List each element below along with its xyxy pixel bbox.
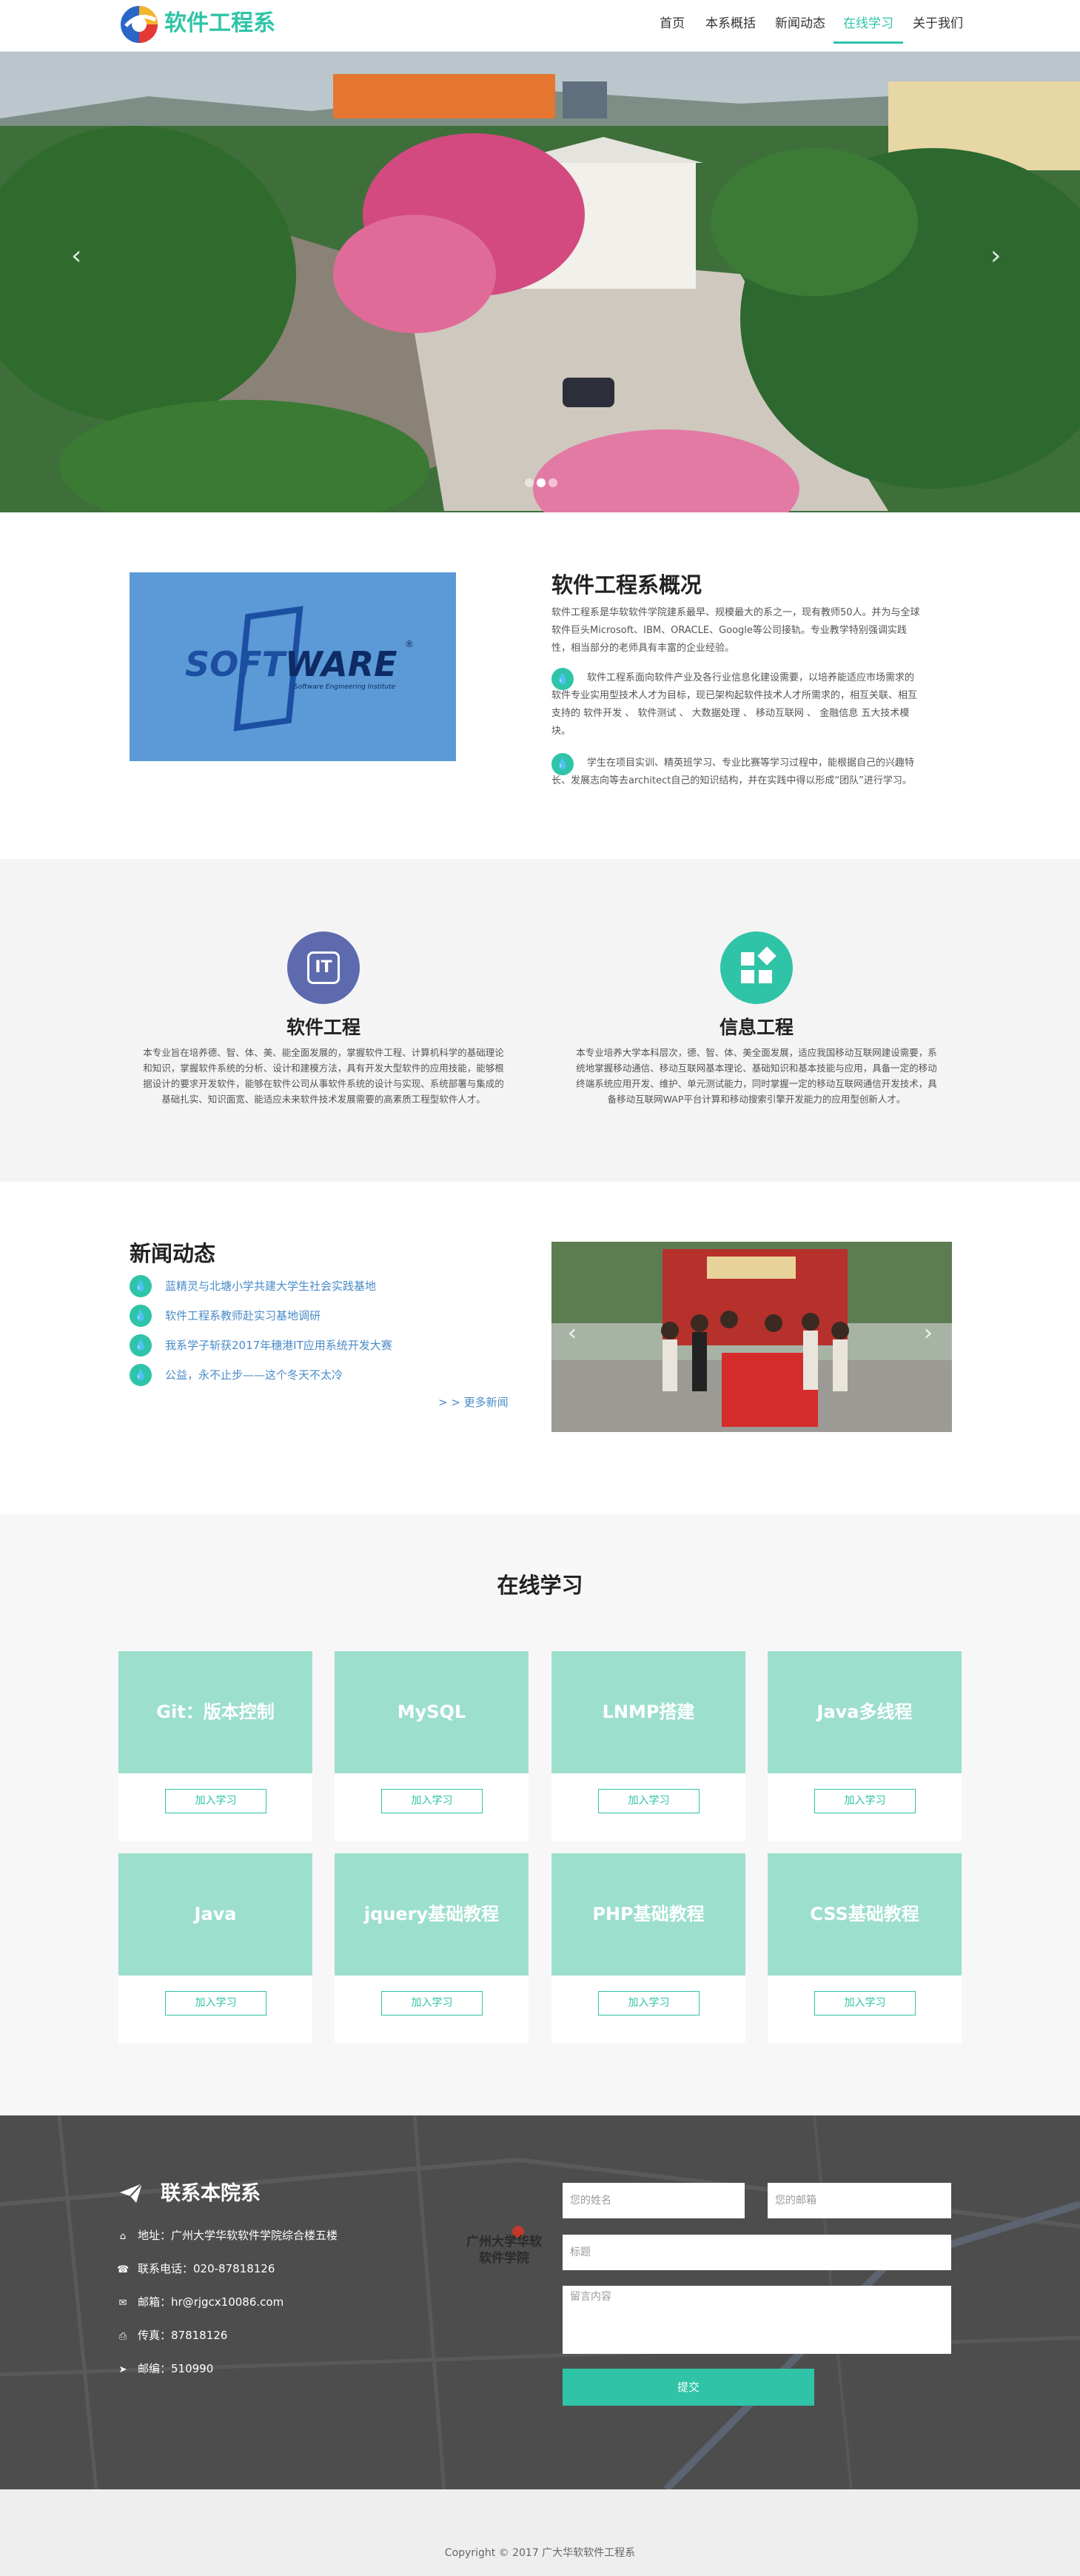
course-card: Git：版本控制 加入学习 [118, 1651, 312, 1841]
contact-phone: ☎ 联系电话：020-87818126 [117, 2260, 275, 2278]
nav-active-indicator [834, 41, 903, 44]
course-banner[interactable]: LNMP搭建 [551, 1651, 745, 1773]
course-card: MySQL 加入学习 [335, 1651, 529, 1841]
nav-about[interactable]: 关于我们 [912, 15, 964, 33]
join-course-button[interactable]: 加入学习 [165, 1991, 266, 2015]
more-news-link[interactable]: > > 更多新闻 [438, 1394, 509, 1411]
course-banner[interactable]: Java [118, 1853, 312, 1976]
submit-button[interactable]: 提交 [563, 2369, 814, 2406]
send-icon: ➤ [118, 2364, 127, 2375]
major-info-text: 本专业培养大学本科层次，德、智、体、美全面发展，适应我国移动互联网建设需要，系 … [576, 1047, 937, 1105]
join-course-button[interactable]: 加入学习 [814, 1991, 916, 2015]
logo-registered-mark: ® [405, 639, 414, 649]
contact-fax: ⎙ 传真：87818126 [117, 2326, 228, 2344]
major-software-title: 软件工程 [286, 1017, 360, 1038]
logo-icon[interactable] [118, 4, 160, 45]
course-card: Java 加入学习 [118, 1853, 312, 2043]
it-icon: IT [287, 931, 360, 1004]
banner-next-arrow[interactable]: › [990, 241, 1001, 271]
course-banner[interactable]: Git：版本控制 [118, 1651, 312, 1773]
course-card: jquery基础教程 加入学习 [335, 1853, 529, 2043]
nav-online-learning[interactable]: 在线学习 [842, 15, 894, 33]
drop-icon: 💧 [130, 1364, 152, 1386]
drop-icon: 💧 [130, 1334, 152, 1356]
drop-icon: 💧 [130, 1275, 152, 1297]
join-course-button[interactable]: 加入学习 [381, 1789, 483, 1813]
course-banner[interactable]: MySQL [335, 1651, 529, 1773]
drop-icon: 💧 [130, 1305, 152, 1327]
course-banner[interactable]: Java多线程 [768, 1651, 962, 1773]
logo-soft-text: SOFTWARE [185, 644, 398, 684]
news-link[interactable]: 软件工程系教师赴实习基地调研 [165, 1307, 321, 1325]
banner-dot[interactable] [525, 478, 534, 487]
nav-news[interactable]: 新闻动态 [774, 15, 826, 33]
email-field[interactable]: 您的邮箱 [768, 2183, 951, 2218]
hero-banner: ‹ › [0, 52, 1080, 512]
footer [0, 2489, 1080, 2576]
map-campus-label: 广州大学华软 软件学院 [466, 2235, 542, 2266]
contact-title: 联系本院系 [161, 2182, 261, 2205]
news-carousel-photo: ‹ › [551, 1242, 952, 1432]
join-course-button[interactable]: 加入学习 [598, 1991, 700, 2015]
fax-icon: ⎙ [118, 2331, 127, 2342]
software-logo-image: SOFTWARE ® Software Engineering Institut… [130, 572, 456, 761]
banner-dot[interactable] [549, 478, 557, 487]
join-course-button[interactable]: 加入学习 [381, 1991, 483, 2015]
course-card: PHP基础教程 加入学习 [551, 1853, 745, 2043]
phone-icon: ☎ [117, 2264, 130, 2275]
paper-plane-icon [118, 2182, 144, 2204]
nav-home[interactable]: 首页 [659, 15, 685, 33]
major-info-title: 信息工程 [719, 1017, 794, 1038]
contact-email: ✉ 邮箱：hr@rjgcx10086.com [117, 2293, 284, 2311]
courses-title: 在线学习 [497, 1573, 583, 1598]
news-link[interactable]: 我系学子斩获2017年穗港IT应用系统开发大赛 [165, 1336, 392, 1354]
news-link[interactable]: 公益，永不止步——这个冬天不太冷 [165, 1366, 343, 1384]
site-title[interactable]: 软件工程系 [164, 9, 275, 39]
overview-intro: 软件工程系是华软软件学院建系最早、规模最大的系之一，现有教师50人。并为与全球 … [551, 607, 920, 654]
course-banner[interactable]: jquery基础教程 [335, 1853, 529, 1976]
course-banner[interactable]: CSS基础教程 [768, 1853, 962, 1976]
contact-address: ⌂ 地址：广州大学华软软件学院综合楼五楼 [117, 2227, 338, 2244]
course-card: CSS基础教程 加入学习 [768, 1853, 962, 2043]
mail-icon: ✉ [118, 2298, 127, 2309]
subject-field[interactable]: 标题 [563, 2235, 951, 2270]
top-nav: 软件工程系 首页 本系概括 新闻动态 在线学习 关于我们 [0, 0, 1080, 52]
contact-postcode: ➤ 邮编：510990 [117, 2360, 214, 2378]
group-photo [551, 1242, 952, 1432]
apps-icon [720, 931, 793, 1004]
course-card: LNMP搭建 加入学习 [551, 1651, 745, 1841]
home-icon: ⌂ [119, 2231, 127, 2242]
join-course-button[interactable]: 加入学习 [598, 1789, 700, 1813]
overview-point-2: 学生在项目实训、精英班学习、专业比赛等学习过程中，能根据自己的兴趣特 长、发展志… [551, 757, 915, 786]
nav-overview[interactable]: 本系概括 [705, 15, 757, 33]
copyright-text: Copyright © 2017 广大华软软件工程系 [444, 2547, 636, 2559]
news-next-arrow[interactable]: › [924, 1319, 933, 1348]
course-banner[interactable]: PHP基础教程 [551, 1853, 745, 1976]
majors-section [0, 859, 1080, 1182]
campus-photo [0, 52, 1080, 512]
news-link[interactable]: 蓝精灵与北塘小学共建大学生社会实践基地 [165, 1277, 376, 1295]
overview-title: 软件工程系概况 [551, 572, 702, 598]
logo-subtitle: Software Engineering Institute [294, 683, 396, 691]
news-prev-arrow[interactable]: ‹ [568, 1319, 577, 1348]
banner-prev-arrow[interactable]: ‹ [71, 241, 81, 271]
name-field[interactable]: 您的姓名 [563, 2183, 745, 2218]
course-card: Java多线程 加入学习 [768, 1651, 962, 1841]
join-course-button[interactable]: 加入学习 [814, 1789, 916, 1813]
news-title: 新闻动态 [130, 1241, 216, 1266]
join-course-button[interactable]: 加入学习 [165, 1789, 266, 1813]
major-software-text: 本专业旨在培养德、智、体、美、能全面发展的，掌握软件工程、计算机科学的基础理论 … [143, 1047, 504, 1105]
message-field[interactable]: 留言内容 [563, 2286, 951, 2354]
overview-point-1: 软件工程系面向软件产业及各行业信息化建设需要，以培养能适应市场需求的 软件专业实… [551, 672, 918, 737]
banner-dot-active[interactable] [537, 478, 546, 487]
